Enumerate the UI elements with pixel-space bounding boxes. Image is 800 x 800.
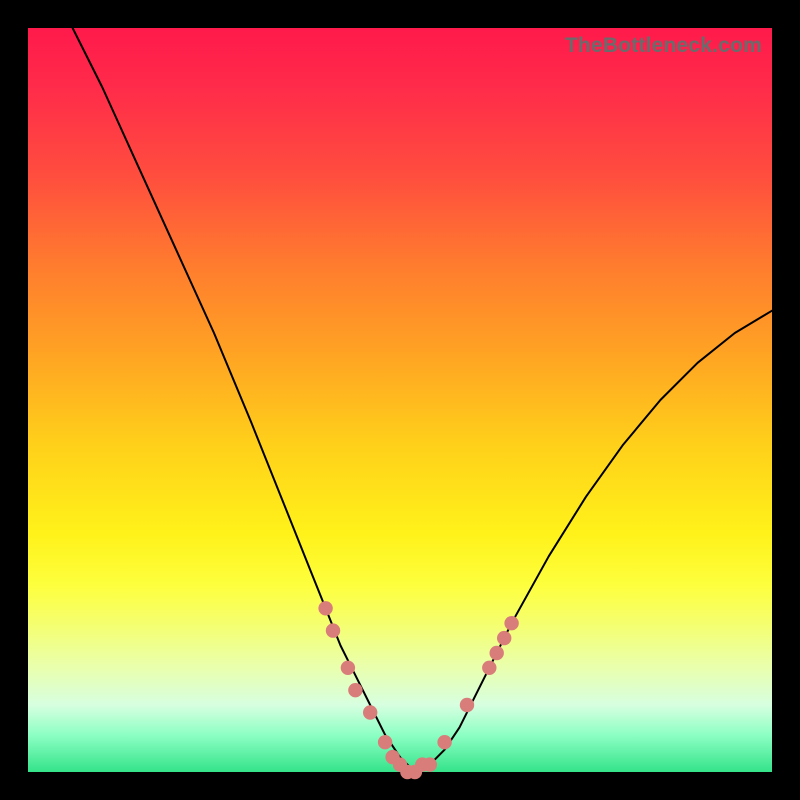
bottleneck-curve-path xyxy=(73,28,772,772)
highlight-dot xyxy=(504,616,518,630)
highlight-dot xyxy=(490,646,504,660)
plot-area: TheBottleneck.com xyxy=(28,28,772,772)
highlight-dot xyxy=(348,683,362,697)
bottleneck-curve-svg xyxy=(28,28,772,772)
highlight-dot xyxy=(460,698,474,712)
highlight-dot xyxy=(482,661,496,675)
highlight-dot xyxy=(497,631,511,645)
highlight-dot xyxy=(423,757,437,771)
highlight-dot xyxy=(437,735,451,749)
highlight-dot xyxy=(318,601,332,615)
highlight-dot xyxy=(341,661,355,675)
highlight-dot xyxy=(363,705,377,719)
highlight-dot xyxy=(326,623,340,637)
highlight-dot xyxy=(378,735,392,749)
chart-frame: TheBottleneck.com xyxy=(0,0,800,800)
